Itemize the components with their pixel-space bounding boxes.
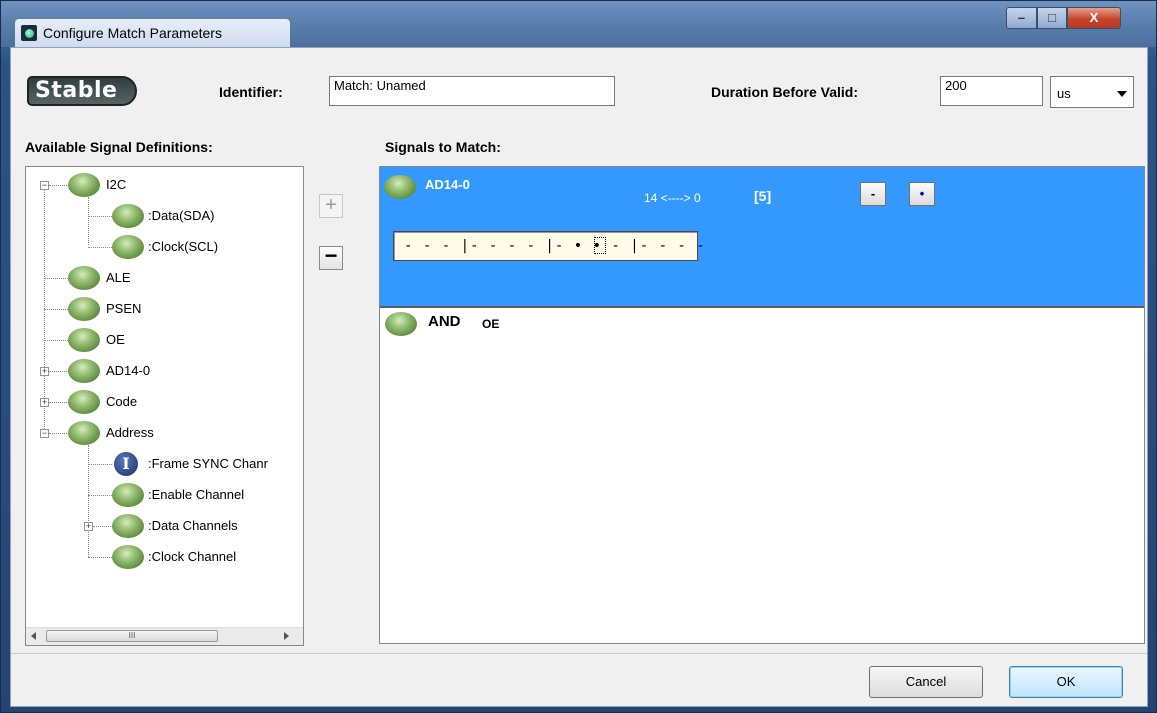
signal-bit-range: 14 <----> 0 [644, 191, 701, 205]
and-operator-label: AND [428, 313, 461, 330]
tree-item-label: ALE [106, 270, 131, 285]
dialog-window: Configure Match Parameters – □ X Stable … [0, 0, 1157, 713]
signal-ball-icon [112, 204, 144, 228]
duration-field[interactable]: 200 [940, 76, 1043, 106]
tree-connector [88, 247, 112, 248]
tree-connector [44, 340, 68, 341]
tree-connector [44, 278, 68, 279]
and-signal-label: OE [482, 317, 500, 331]
tree-item-code[interactable]: + Code [26, 390, 296, 416]
identifier-label: Identifier: [219, 84, 283, 100]
cancel-button[interactable]: Cancel [869, 666, 983, 698]
signal-ball-icon [112, 514, 144, 538]
tree-item-label: :Data Channels [148, 518, 238, 533]
tree-item-label: :Clock(SCL) [148, 239, 219, 254]
scroll-thumb[interactable]: III [46, 630, 218, 642]
tree-item-ad14-0[interactable]: + AD14-0 [26, 359, 296, 385]
tree-connector [49, 433, 69, 434]
dialog-body: Stable Identifier: Match: Unamed Duratio… [10, 47, 1148, 707]
signal-ball-icon [384, 175, 416, 199]
tree-item-clock-channel[interactable]: :Clock Channel [26, 545, 296, 571]
signal-ball-icon [112, 545, 144, 569]
tree-item-oe[interactable]: OE [26, 328, 296, 354]
signals-to-match-list[interactable]: AD14-0 14 <----> 0 [5] - • - - - |- - - … [379, 166, 1145, 644]
tree-item-label: :Enable Channel [148, 487, 245, 502]
signal-name: AD14-0 [425, 177, 470, 192]
footer-divider [11, 653, 1147, 654]
expand-icon[interactable]: + [40, 398, 49, 407]
horizontal-scrollbar[interactable]: III [26, 627, 303, 645]
collapse-icon[interactable]: − [40, 181, 49, 190]
tree-item-ale[interactable]: ALE [26, 266, 296, 292]
bit-pattern-field[interactable]: - - - |- - - - |- • • - |- - - - [393, 231, 705, 261]
identifier-field[interactable]: Match: Unamed [329, 76, 615, 106]
tree-item-enable-channel[interactable]: :Enable Channel [26, 483, 296, 509]
signal-ball-icon [68, 359, 100, 383]
tree-connector [88, 495, 112, 496]
tree-item-label: :Clock Channel [148, 549, 237, 564]
tree-item-label: AD14-0 [106, 363, 151, 378]
signal-ball-icon [68, 266, 100, 290]
tree-connector [88, 216, 112, 217]
signal-ball-icon [68, 328, 100, 352]
tree-item-data-channels[interactable]: + :Data Channels [26, 514, 296, 540]
tree-item-address[interactable]: − Address [26, 421, 296, 447]
ok-button[interactable]: OK [1009, 666, 1123, 698]
tree-item-label: I2C [106, 177, 127, 192]
tree-connector [88, 464, 112, 465]
collapse-icon[interactable]: − [40, 429, 49, 438]
unit-select[interactable]: us [1050, 76, 1134, 108]
available-signals-title: Available Signal Definitions: [25, 139, 213, 155]
signal-ball-icon [385, 312, 417, 336]
signal-ball-icon [68, 421, 100, 445]
signal-row-selected[interactable]: AD14-0 14 <----> 0 [5] - • - - - |- - - … [380, 167, 1144, 308]
signal-ball-icon [68, 173, 100, 197]
tree-connector [88, 557, 112, 558]
tree-connector [49, 371, 69, 372]
tree-item-data-sda[interactable]: :Data(SDA) [26, 204, 296, 230]
duration-label: Duration Before Valid: [711, 84, 859, 100]
tree-item-psen[interactable]: PSEN [26, 297, 296, 323]
tree-item-label: Code [106, 394, 138, 409]
minimize-button[interactable]: – [1006, 7, 1037, 29]
stable-badge: Stable [27, 76, 137, 106]
scroll-left-icon[interactable] [31, 632, 36, 640]
tree-item-label: Address [106, 425, 154, 440]
add-signal-button[interactable]: + [319, 194, 343, 218]
expand-icon[interactable]: + [84, 522, 93, 531]
app-icon [21, 25, 37, 41]
signal-tree[interactable]: − I2C :Data(SDA) :Clock(SCL) ALE PSEN OE… [25, 166, 304, 646]
tree-item-label: OE [106, 332, 125, 347]
tree-connector [49, 185, 69, 186]
signals-to-match-title: Signals to Match: [385, 139, 501, 155]
remove-signal-button[interactable]: − [319, 245, 343, 270]
signal-ball-icon [68, 297, 100, 321]
bit-pattern-text: - - - |- - - - |- • • - |- - - - [404, 238, 706, 254]
tree-connector [49, 402, 69, 403]
bit-dont-care-button[interactable]: - [860, 182, 886, 206]
close-button[interactable]: X [1067, 7, 1121, 29]
tree-item-label: :Frame SYNC Chanr [148, 456, 268, 471]
tree-item-clock-scl[interactable]: :Clock(SCL) [26, 235, 296, 261]
tree-connector [93, 526, 113, 527]
tree-item-frame-sync-channel[interactable]: I :Frame SYNC Chanr [26, 452, 303, 478]
signal-ball-icon [68, 390, 100, 414]
tree-connector [44, 309, 68, 310]
bit-set-button[interactable]: • [909, 182, 935, 206]
maximize-button[interactable]: □ [1037, 7, 1067, 29]
signal-ball-icon [112, 483, 144, 507]
tree-item-i2c[interactable]: − I2C [26, 173, 296, 199]
bit-cursor [594, 237, 606, 254]
chevron-down-icon [1117, 91, 1127, 97]
scroll-right-icon[interactable] [284, 632, 289, 640]
expand-icon[interactable]: + [40, 367, 49, 376]
tree-item-label: :Data(SDA) [148, 208, 215, 223]
unit-select-value: us [1057, 86, 1071, 101]
info-icon: I [114, 452, 138, 476]
signal-bit-count: [5] [754, 188, 772, 204]
signal-ball-icon [112, 235, 144, 259]
tree-item-label: PSEN [106, 301, 142, 316]
window-title: Configure Match Parameters [43, 25, 222, 41]
